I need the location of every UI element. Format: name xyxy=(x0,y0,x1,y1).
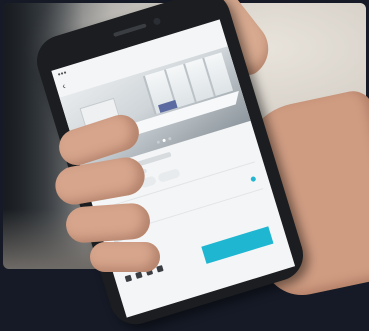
book-button[interactable] xyxy=(201,226,274,264)
front-camera xyxy=(152,16,162,26)
wifi-icon xyxy=(124,274,133,283)
earpiece-speaker xyxy=(113,23,147,38)
hand-finger xyxy=(90,242,160,272)
coffee-icon xyxy=(135,271,143,279)
feature-tag[interactable] xyxy=(157,168,181,184)
availability-dot-icon xyxy=(250,175,257,182)
hand-finger xyxy=(64,202,152,244)
carrier-signal: ●●● xyxy=(57,69,68,79)
